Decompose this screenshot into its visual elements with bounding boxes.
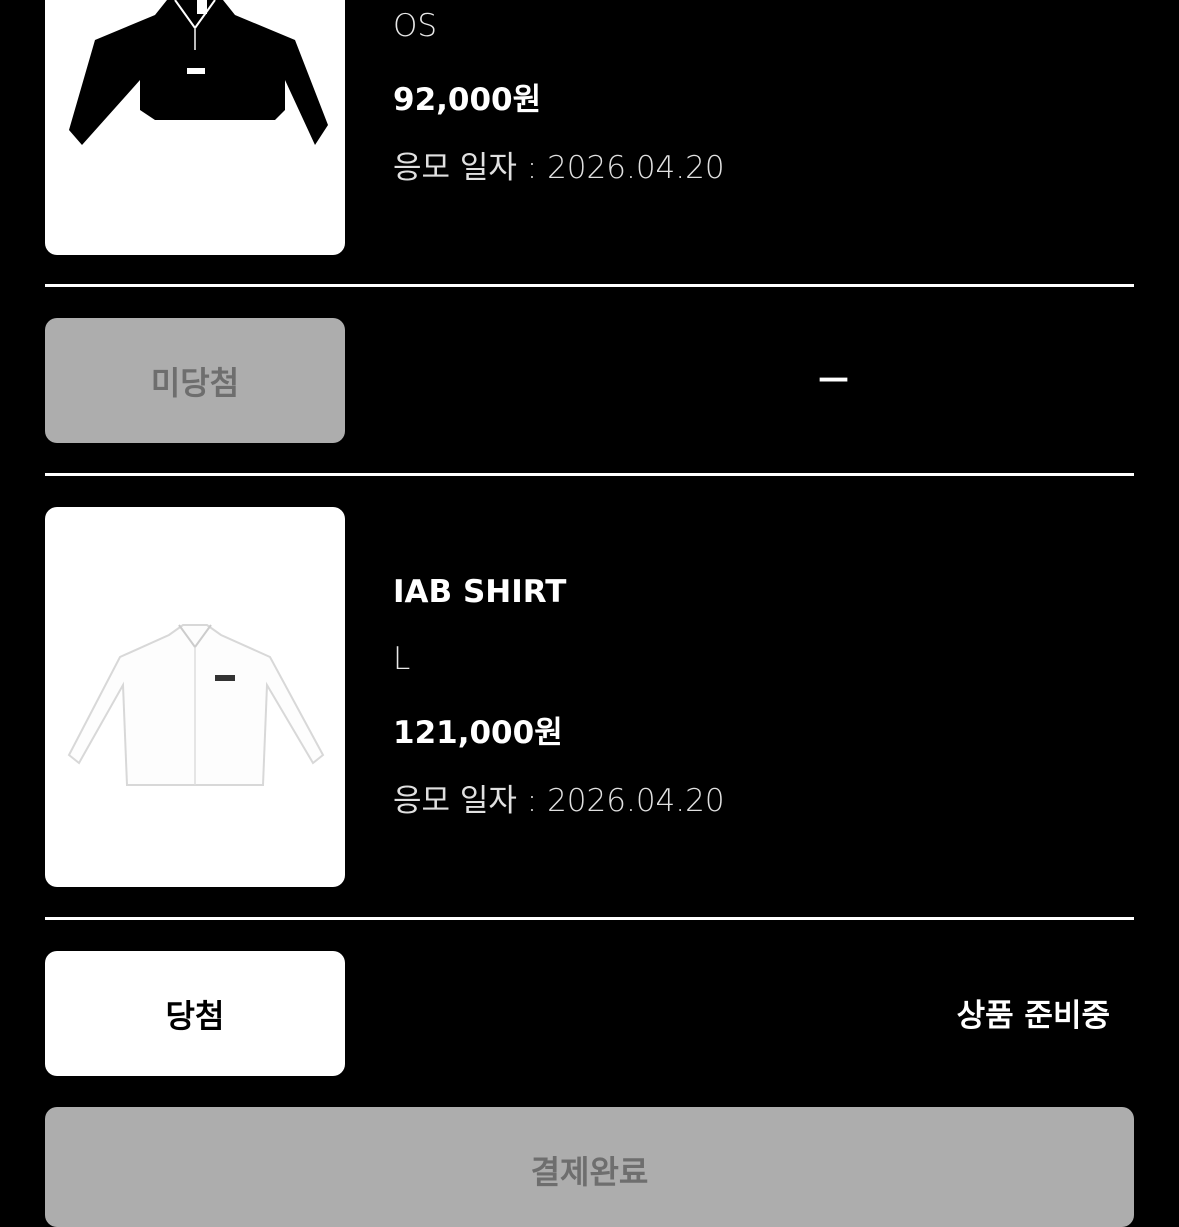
divider [45, 917, 1134, 920]
apply-date: 응모 일자 : 2026.04.20 [393, 783, 725, 819]
product-option: L [393, 641, 411, 677]
divider [45, 284, 1134, 287]
status-badge-not-selected: 미당첨 [45, 318, 345, 443]
product-name: IAB SHIRT [393, 574, 567, 610]
product-price: 92,000원 [393, 82, 542, 118]
white-shirt-image [67, 624, 325, 786]
divider [45, 473, 1134, 476]
product-option: OS [393, 8, 438, 44]
status-badge-selected: 당첨 [45, 951, 345, 1076]
product-image[interactable] [45, 507, 345, 887]
status-text: — [818, 360, 849, 396]
status-text: 상품 준비중 [956, 998, 1110, 1034]
product-price: 121,000원 [393, 715, 563, 751]
product-image[interactable] [45, 0, 345, 255]
payment-complete-button[interactable]: 결제완료 [45, 1107, 1134, 1227]
apply-date: 응모 일자 : 2026.04.20 [393, 150, 725, 186]
quarter-zip-sweatshirt-image [69, 0, 328, 145]
